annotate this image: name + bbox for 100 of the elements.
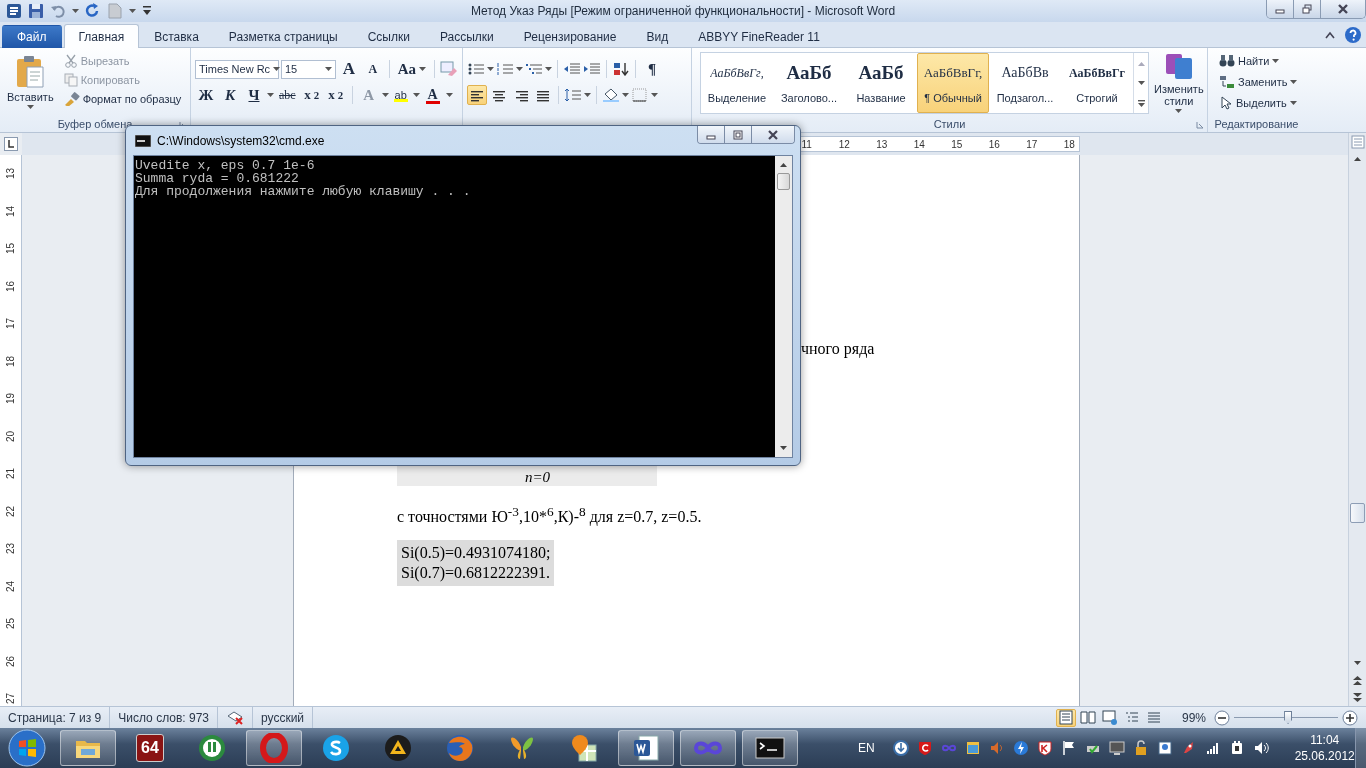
ribbon-tab[interactable]: Разметка страницы: [213, 25, 353, 48]
indent-icon[interactable]: [583, 62, 601, 76]
style-item[interactable]: АаБбВвГг, Выделение: [701, 53, 773, 113]
ribbon-tab[interactable]: Файл: [2, 25, 62, 48]
console-icon[interactable]: [135, 134, 151, 147]
speaker-icon[interactable]: [988, 740, 1005, 756]
flag-icon[interactable]: [1060, 740, 1077, 756]
spelling-icon[interactable]: [226, 709, 244, 726]
close-button[interactable]: [1321, 0, 1365, 18]
ribbon-tab[interactable]: Вставка: [139, 25, 214, 48]
font-size-field[interactable]: 15: [281, 59, 336, 79]
previous-page-icon[interactable]: [1353, 676, 1362, 685]
view-button[interactable]: [1077, 708, 1098, 727]
help-icon[interactable]: [1344, 26, 1362, 44]
scroll-thumb[interactable]: [777, 173, 790, 190]
format-button[interactable]: Ж: [195, 84, 217, 106]
floppy-icon[interactable]: [28, 3, 44, 19]
editing-button[interactable]: Выделить: [1216, 94, 1301, 112]
style-item[interactable]: АаБб Название: [845, 53, 917, 113]
bullets-icon[interactable]: [467, 62, 485, 76]
style-item[interactable]: АаБбВв Подзагол...: [989, 53, 1061, 113]
pilcrow-button[interactable]: ¶: [641, 58, 663, 80]
web-view-icon: [1101, 709, 1118, 726]
document-icon[interactable]: [6, 3, 22, 19]
scroll-down-icon[interactable]: [780, 446, 787, 451]
font-name-field[interactable]: Times New Rc: [195, 59, 279, 79]
font-size-button[interactable]: A: [337, 57, 360, 81]
ribbon-tab[interactable]: Вид: [631, 25, 684, 48]
maximize-button[interactable]: [725, 126, 752, 143]
ribbon-tab[interactable]: Главная: [63, 24, 140, 48]
scroll-down-icon[interactable]: [1354, 661, 1361, 666]
scroll-down-icon[interactable]: [1137, 80, 1145, 86]
clipboard-action[interactable]: Формат по образцу: [60, 90, 185, 108]
format-button[interactable]: abc: [276, 85, 299, 105]
caret-icon: [487, 66, 494, 72]
view-button[interactable]: [1055, 708, 1076, 727]
change-styles-button[interactable]: Изменить стили: [1153, 50, 1205, 115]
taskbar-button[interactable]: [60, 730, 116, 766]
shield-icon[interactable]: [916, 740, 933, 756]
scroll-up-icon[interactable]: [780, 162, 787, 167]
download-icon[interactable]: [892, 740, 909, 756]
line-spacing-icon[interactable]: [564, 88, 582, 102]
show-desktop-button[interactable]: [1354, 728, 1366, 768]
volume-icon[interactable]: [1252, 740, 1269, 756]
caret-icon: [516, 66, 523, 72]
font-color-button[interactable]: A: [421, 84, 444, 106]
paste-button[interactable]: Вставить: [2, 52, 59, 115]
outdent-icon[interactable]: [563, 62, 581, 76]
ribbon-tab[interactable]: Ссылки: [352, 25, 425, 48]
zoom-out-icon[interactable]: [1214, 709, 1230, 726]
window-icon[interactable]: [964, 740, 981, 756]
clock[interactable]: 11:04 25.06.2012: [1294, 732, 1355, 764]
highlight-button[interactable]: ab: [390, 86, 411, 104]
signal-icon[interactable]: [1204, 740, 1221, 756]
taskbar-button[interactable]: [618, 730, 674, 766]
style-item[interactable]: АаБб Заголово...: [773, 53, 845, 113]
bucket-icon[interactable]: [602, 88, 620, 102]
minimize-button[interactable]: [1267, 0, 1294, 18]
taskbar-button[interactable]: [742, 730, 798, 766]
minimize-button[interactable]: [698, 126, 725, 143]
scroll-thumb[interactable]: [1350, 503, 1365, 523]
customize-icon[interactable]: [142, 5, 152, 17]
ribbon-tab[interactable]: ABBYY FineReader 11: [683, 25, 835, 48]
ribbon-tab[interactable]: Рецензирование: [508, 25, 632, 48]
scroll-up-icon[interactable]: [1354, 156, 1361, 161]
collapse-icon[interactable]: [1324, 30, 1336, 40]
editing-button[interactable]: Найти: [1216, 52, 1301, 70]
style-item[interactable]: АаБбВвГг Строгий: [1061, 53, 1133, 113]
tab-stop-icon[interactable]: [4, 137, 18, 151]
maximize-icon: [733, 129, 743, 140]
next-page-icon[interactable]: [1353, 693, 1362, 702]
format-button[interactable]: К: [219, 84, 241, 106]
multilevel-icon[interactable]: [525, 62, 543, 76]
lightning-icon[interactable]: [1012, 740, 1029, 756]
taskbar-button[interactable]: 64: [122, 730, 178, 766]
change-case-button[interactable]: Aa: [394, 58, 429, 80]
style-item[interactable]: АаБбВвГг, ¶ Обычный: [917, 53, 989, 113]
picture-icon[interactable]: [1156, 740, 1173, 756]
ribbon-tab[interactable]: Рассылки: [424, 25, 509, 48]
language-indicator[interactable]: EN: [858, 741, 875, 755]
caret-icon: [445, 92, 453, 98]
more-icon[interactable]: [1137, 99, 1145, 107]
font-size-button[interactable]: A: [361, 59, 384, 79]
zoom-level[interactable]: 99%: [1173, 710, 1214, 725]
shield-icon[interactable]: [1036, 740, 1053, 756]
undo-icon[interactable]: [50, 3, 66, 19]
monitor-icon[interactable]: [1108, 740, 1125, 756]
zoom-in-icon[interactable]: [1342, 709, 1358, 726]
launcher-icon[interactable]: [1196, 121, 1204, 129]
borders-icon[interactable]: [631, 88, 649, 102]
view-button[interactable]: [1099, 708, 1120, 727]
format-button[interactable]: Ч: [243, 84, 265, 106]
ruler-toggle-icon[interactable]: [1350, 134, 1365, 149]
window-title: C:\Windows\system32\cmd.exe: [157, 133, 325, 148]
align-button[interactable]: [467, 85, 487, 105]
redo-icon[interactable]: [85, 3, 101, 19]
sort-icon[interactable]: [612, 62, 630, 76]
editing-button[interactable]: Заменить: [1216, 73, 1301, 91]
restore-button[interactable]: [1294, 0, 1321, 18]
close-button[interactable]: [752, 126, 794, 143]
